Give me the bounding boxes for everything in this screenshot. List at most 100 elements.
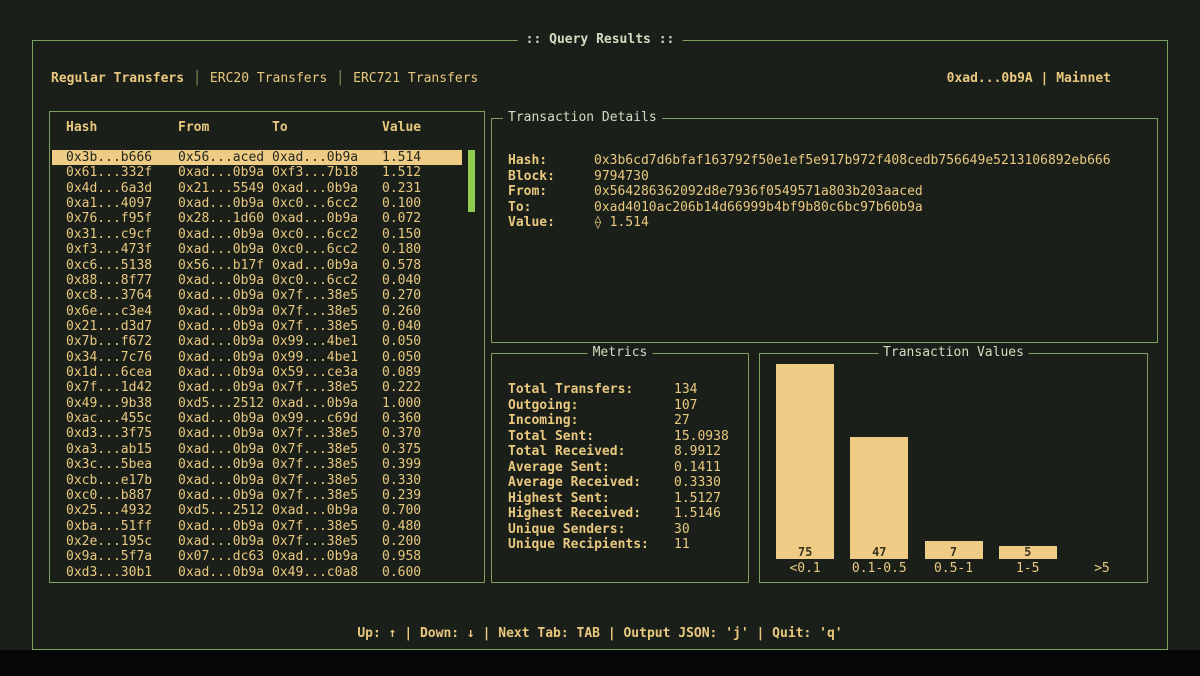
table-cell: 0.200 xyxy=(382,534,462,549)
table-cell: 0xad...0b9a xyxy=(272,503,382,518)
metric-row: Unique Recipients:11 xyxy=(508,537,740,553)
table-cell: 0xad...0b9a xyxy=(178,273,272,288)
table-row[interactable]: 0xd3...3f750xad...0b9a0x7f...38e50.370 xyxy=(52,426,462,441)
table-row[interactable]: 0x49...9b380xd5...25120xad...0b9a1.000 xyxy=(52,396,462,411)
metric-label: Highest Sent: xyxy=(508,491,674,507)
table-cell: 0.180 xyxy=(382,242,462,257)
window-title: :: Query Results :: xyxy=(518,32,683,47)
table-cell: 1.514 xyxy=(382,150,462,165)
table-cell: 0xc0...6cc2 xyxy=(272,196,382,211)
table-row[interactable]: 0xa1...40970xad...0b9a0xc0...6cc20.100 xyxy=(52,196,462,211)
field-value: 0xad4010ac206b14d66999b4bf9b80c6bc97b60b… xyxy=(594,200,1147,216)
table-cell: 0x31...c9cf xyxy=(66,227,178,242)
table-cell: 0xac...455c xyxy=(66,411,178,426)
table-row[interactable]: 0x61...332f0xad...0b9a0xf3...7b181.512 xyxy=(52,165,462,180)
metric-row: Total Received:8.9912 xyxy=(508,444,740,460)
table-row[interactable]: 0xf3...473f0xad...0b9a0xc0...6cc20.180 xyxy=(52,242,462,257)
chart-bar: 7 xyxy=(925,541,983,559)
query-results-window: :: Query Results :: Regular Transfers│ER… xyxy=(32,40,1168,650)
table-row[interactable]: 0x2e...195c0xad...0b9a0x7f...38e50.200 xyxy=(52,534,462,549)
table-cell: 0x07...dc63 xyxy=(178,549,272,564)
table-row[interactable]: 0x21...d3d70xad...0b9a0x7f...38e50.040 xyxy=(52,319,462,334)
table-cell: 0.700 xyxy=(382,503,462,518)
metric-label: Total Received: xyxy=(508,444,674,460)
table-cell: 0xad...0b9a xyxy=(178,227,272,242)
table-cell: 0xad...0b9a xyxy=(178,411,272,426)
table-row[interactable]: 0xc0...b8870xad...0b9a0x7f...38e50.239 xyxy=(52,488,462,503)
field-label: From: xyxy=(508,184,594,200)
table-cell: 0xad...0b9a xyxy=(272,396,382,411)
field-label: Value: xyxy=(508,215,594,231)
table-cell: 0.270 xyxy=(382,288,462,303)
table-cell: 0xad...0b9a xyxy=(272,211,382,226)
table-cell: 0xad...0b9a xyxy=(178,165,272,180)
details-field: Value:⟠ 1.514 xyxy=(508,215,1147,231)
metric-value: 15.0938 xyxy=(674,429,740,445)
tab-erc20-transfers[interactable]: ERC20 Transfers xyxy=(210,71,327,86)
table-cell: 0xd3...30b1 xyxy=(66,565,178,580)
bar-category-label: 0.1-0.5 xyxy=(852,561,907,577)
table-cell: 0x9a...5f7a xyxy=(66,549,178,564)
table-row[interactable]: 0x7b...f6720xad...0b9a0x99...4be10.050 xyxy=(52,334,462,349)
tab-erc721-transfers[interactable]: ERC721 Transfers xyxy=(353,71,478,86)
bar-value-label: 47 xyxy=(872,545,886,559)
metric-row: Total Transfers:134 xyxy=(508,382,740,398)
table-cell: 1.000 xyxy=(382,396,462,411)
table-row[interactable]: 0xcb...e17b0xad...0b9a0x7f...38e50.330 xyxy=(52,473,462,488)
chart-panel-title: Transaction Values xyxy=(878,345,1029,360)
table-cell: 0xad...0b9a xyxy=(272,549,382,564)
table-row[interactable]: 0x6e...c3e40xad...0b9a0x7f...38e50.260 xyxy=(52,304,462,319)
metric-row: Total Sent:15.0938 xyxy=(508,429,740,445)
table-cell: 0.072 xyxy=(382,211,462,226)
table-row[interactable]: 0xc6...51380x56...b17f0xad...0b9a0.578 xyxy=(52,258,462,273)
tab-regular-transfers[interactable]: Regular Transfers xyxy=(51,71,184,86)
table-row[interactable]: 0x9a...5f7a0x07...dc630xad...0b9a0.958 xyxy=(52,549,462,564)
bar-chart: 75<0.1 47 0.1-0.5 7 0.5-1 51-5>5 xyxy=(768,364,1139,577)
table-row[interactable]: 0x1d...6cea0xad...0b9a0x59...ce3a0.089 xyxy=(52,365,462,380)
table-row[interactable]: 0x34...7c760xad...0b9a0x99...4be10.050 xyxy=(52,350,462,365)
table-cell: 0x7f...38e5 xyxy=(272,457,382,472)
table-row[interactable]: 0xc8...37640xad...0b9a0x7f...38e50.270 xyxy=(52,288,462,303)
table-cell: 0x7f...38e5 xyxy=(272,488,382,503)
table-cell: 0xad...0b9a xyxy=(178,442,272,457)
table-cell: 0xd5...2512 xyxy=(178,396,272,411)
metric-row: Highest Sent:1.5127 xyxy=(508,491,740,507)
scrollbar-thumb[interactable] xyxy=(468,150,475,212)
table-row[interactable]: 0xac...455c0xad...0b9a0x99...c69d0.360 xyxy=(52,411,462,426)
metric-label: Average Received: xyxy=(508,475,674,491)
table-cell: 0xd5...2512 xyxy=(178,503,272,518)
metric-value: 107 xyxy=(674,398,740,414)
transfers-table-panel: HashFromToValue 0x3b...b6660x56...aced0x… xyxy=(49,111,485,583)
table-row[interactable]: 0x31...c9cf0xad...0b9a0xc0...6cc20.150 xyxy=(52,227,462,242)
table-cell: 0x7f...38e5 xyxy=(272,534,382,549)
table-row[interactable]: 0xa3...ab150xad...0b9a0x7f...38e50.375 xyxy=(52,442,462,457)
table-row[interactable]: 0x25...49320xd5...25120xad...0b9a0.700 xyxy=(52,503,462,518)
table-cell: 0x3b...b666 xyxy=(66,150,178,165)
chart-bar-group: 51-5 xyxy=(991,546,1065,577)
table-row[interactable]: 0x76...f95f0x28...1d600xad...0b9a0.072 xyxy=(52,211,462,226)
table-row[interactable]: 0x3b...b6660x56...aced0xad...0b9a1.514 xyxy=(52,150,462,165)
chart-bar-group: >5 xyxy=(1065,559,1139,577)
table-row[interactable]: 0xd3...30b10xad...0b9a0x49...c0a80.600 xyxy=(52,565,462,580)
table-row[interactable]: 0x7f...1d420xad...0b9a0x7f...38e50.222 xyxy=(52,380,462,395)
table-cell: 0.231 xyxy=(382,181,462,196)
table-row[interactable]: 0x4d...6a3d0x21...55490xad...0b9a0.231 xyxy=(52,181,462,196)
metric-label: Highest Received: xyxy=(508,506,674,522)
table-cell: 0x88...8f77 xyxy=(66,273,178,288)
bar-category-label: 0.5-1 xyxy=(934,561,973,577)
table-cell: 0xad...0b9a xyxy=(272,150,382,165)
table-row[interactable]: 0xba...51ff0xad...0b9a0x7f...38e50.480 xyxy=(52,519,462,534)
transaction-details-panel: Transaction Details Hash:0x3b6cd7d6bfaf1… xyxy=(491,118,1158,343)
table-cell: 0x49...c0a8 xyxy=(272,565,382,580)
table-row[interactable]: 0x88...8f770xad...0b9a0xc0...6cc20.040 xyxy=(52,273,462,288)
terminal-letterbox xyxy=(0,650,1200,676)
table-cell: 0xad...0b9a xyxy=(178,457,272,472)
table-cell: 0.089 xyxy=(382,365,462,380)
table-cell: 0xc0...6cc2 xyxy=(272,227,382,242)
chart-bar-group: 75<0.1 xyxy=(768,364,842,577)
table-cell: 0xad...0b9a xyxy=(178,473,272,488)
table-cell: 0xf3...473f xyxy=(66,242,178,257)
table-scrollbar[interactable] xyxy=(468,150,475,576)
table-cell: 0x7f...38e5 xyxy=(272,288,382,303)
table-row[interactable]: 0x3c...5bea0xad...0b9a0x7f...38e50.399 xyxy=(52,457,462,472)
